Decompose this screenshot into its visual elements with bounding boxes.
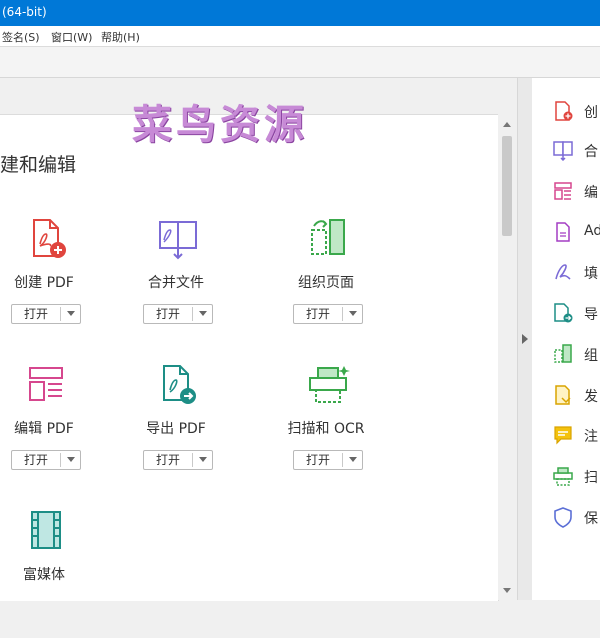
menu-bar: 签名(S) 窗口(W) 帮助(H) [0, 26, 600, 47]
right-item-combine[interactable]: 合 [552, 137, 600, 163]
open-button[interactable]: 打开 [143, 304, 213, 324]
scan-icon [553, 467, 573, 486]
watermark-text: 菜鸟资源 [132, 101, 308, 148]
protect-icon [554, 507, 572, 528]
open-label: 打开 [23, 453, 48, 467]
right-item-send[interactable]: 发 [552, 382, 600, 408]
right-item-adobe-sign[interactable]: Ad [552, 219, 600, 245]
open-label: 打开 [305, 307, 330, 321]
tool-rich-media[interactable]: 富媒体 [0, 508, 104, 638]
button-separator [60, 453, 61, 467]
comment-icon [554, 426, 572, 445]
chevron-down-icon[interactable] [67, 457, 75, 462]
scroll-thumb[interactable] [502, 136, 512, 236]
tool-organize-pages[interactable]: 组织页面 打开 [266, 216, 386, 346]
tool-label: 合并文件 [148, 275, 204, 291]
organize-pages-icon [311, 219, 345, 255]
right-item-label: 创 [584, 105, 598, 121]
right-item-label: 扫 [584, 470, 598, 486]
scan-ocr-icon [309, 366, 350, 403]
right-item-label: 填 [584, 266, 598, 282]
tool-edit-pdf[interactable]: 编辑 PDF 打开 [0, 362, 104, 492]
right-item-edit[interactable]: 编 [552, 178, 600, 204]
scroll-down-icon[interactable] [503, 588, 511, 593]
vertical-scrollbar[interactable] [498, 114, 517, 600]
fill-sign-icon [555, 264, 571, 280]
menu-window[interactable]: 窗口(W) [51, 29, 92, 45]
right-item-fill-sign[interactable]: 填 [552, 259, 600, 285]
window-title: (64-bit) [2, 5, 47, 19]
right-item-label: 合 [584, 144, 598, 160]
right-item-label: 发 [584, 389, 598, 405]
edit-pdf-icon [29, 367, 63, 401]
organize-pages-icon [554, 344, 572, 363]
export-pdf-icon [163, 365, 196, 404]
open-label: 打开 [23, 307, 48, 321]
right-item-comment[interactable]: 注 [552, 422, 600, 448]
combine-files-icon [553, 141, 573, 161]
title-bar: (64-bit) [0, 0, 600, 26]
tool-export-pdf[interactable]: 导出 PDF 打开 [116, 362, 236, 492]
right-item-organize[interactable]: 组 [552, 341, 600, 367]
right-item-label: 编 [584, 185, 598, 201]
tool-label: 扫描和 OCR [287, 421, 365, 437]
menu-help[interactable]: 帮助(H) [101, 29, 140, 45]
right-item-label: 导 [584, 307, 598, 323]
right-item-create-pdf[interactable]: 创 [552, 98, 600, 124]
right-item-scan[interactable]: 扫 [552, 463, 600, 489]
right-item-protect[interactable]: 保 [552, 504, 600, 530]
right-item-export[interactable]: 导 [552, 300, 600, 326]
adobe-sign-icon [556, 222, 570, 242]
open-button[interactable]: 打开 [293, 304, 363, 324]
tool-label: 富媒体 [23, 567, 65, 583]
export-pdf-icon [554, 303, 573, 323]
combine-files-icon [159, 221, 197, 260]
right-item-label: 注 [584, 429, 598, 445]
pane-divider[interactable] [517, 78, 533, 600]
right-item-label: 组 [584, 348, 598, 364]
tool-scan-ocr[interactable]: 扫描和 OCR 打开 [266, 362, 386, 492]
right-item-label: Ad [584, 223, 600, 239]
expand-arrow-icon[interactable] [522, 334, 528, 344]
chevron-down-icon[interactable] [349, 311, 357, 316]
chevron-down-icon[interactable] [199, 311, 207, 316]
open-button[interactable]: 打开 [293, 450, 363, 470]
button-separator [192, 307, 193, 321]
send-file-icon [555, 385, 571, 405]
right-item-label: 保 [584, 511, 598, 527]
section-title: 建和编辑 [0, 154, 77, 176]
rich-media-icon [31, 511, 61, 549]
tool-label: 创建 PDF [14, 275, 74, 291]
open-label: 打开 [155, 453, 180, 467]
open-button[interactable]: 打开 [11, 450, 81, 470]
chevron-down-icon[interactable] [349, 457, 357, 462]
tool-combine-files[interactable]: 合并文件 打开 [116, 216, 236, 346]
edit-pdf-icon [554, 182, 572, 200]
create-pdf-icon [555, 101, 573, 121]
button-separator [342, 453, 343, 467]
open-button[interactable]: 打开 [11, 304, 81, 324]
menu-sign[interactable]: 签名(S) [2, 29, 40, 45]
open-button[interactable]: 打开 [143, 450, 213, 470]
tool-label: 导出 PDF [146, 421, 206, 437]
button-separator [60, 307, 61, 321]
scroll-up-icon[interactable] [503, 122, 511, 127]
open-label: 打开 [155, 307, 180, 321]
tool-label: 编辑 PDF [14, 421, 74, 437]
toolbar [0, 47, 600, 78]
create-pdf-icon [33, 219, 66, 258]
tool-create-pdf[interactable]: 创建 PDF 打开 [0, 216, 104, 346]
tool-label: 组织页面 [298, 275, 354, 291]
button-separator [342, 307, 343, 321]
button-separator [192, 453, 193, 467]
chevron-down-icon[interactable] [67, 311, 75, 316]
open-label: 打开 [305, 453, 330, 467]
right-tools-pane: 创 合 编 Ad 填 导 组 发 注 扫 保 [532, 78, 600, 600]
chevron-down-icon[interactable] [199, 457, 207, 462]
